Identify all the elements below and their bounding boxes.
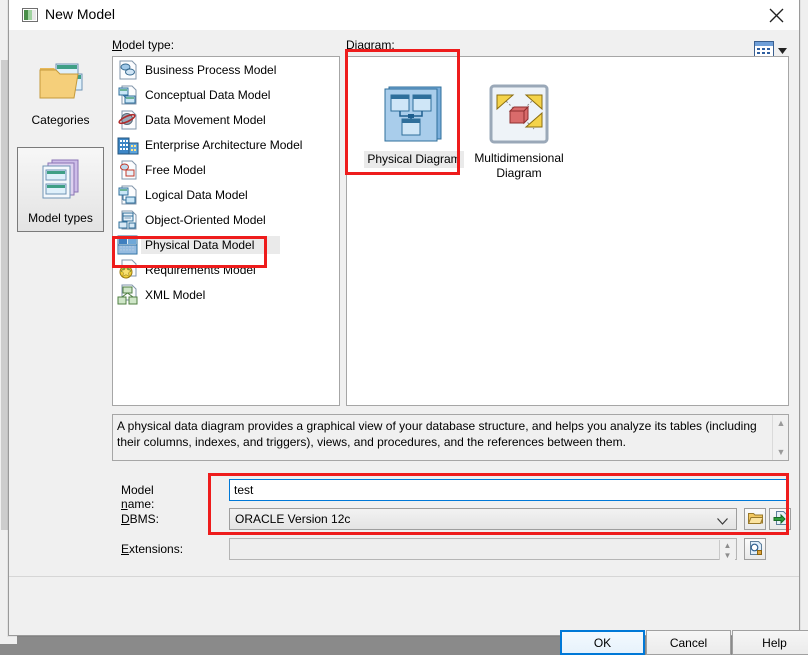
sidebar-item-label: Model types bbox=[28, 211, 93, 225]
dialog-content: Categories Model types Model type: Busin… bbox=[9, 30, 808, 655]
dbms-link-file-button[interactable] bbox=[769, 508, 791, 530]
dbms-selected-value: ORACLE Version 12c bbox=[235, 512, 351, 526]
list-item[interactable]: XML Model bbox=[113, 282, 339, 307]
extensions-spinner[interactable]: ▲ ▼ bbox=[719, 540, 735, 560]
list-item[interactable]: Enterprise Architecture Model bbox=[113, 132, 339, 157]
xml-model-icon bbox=[117, 284, 139, 306]
diagram-item-multidimensional[interactable]: Multidimensional Diagram bbox=[467, 83, 571, 181]
model-type-label: Model type: bbox=[112, 38, 175, 52]
list-item[interactable]: Free Model bbox=[113, 157, 339, 182]
list-item[interactable]: Object-Oriented Model bbox=[113, 207, 339, 232]
model-name-input[interactable] bbox=[229, 479, 789, 501]
folder-open-icon bbox=[747, 511, 764, 527]
list-item-label: Enterprise Architecture Model bbox=[145, 137, 303, 152]
list-item-label: Object-Oriented Model bbox=[145, 212, 266, 227]
help-button[interactable]: Help bbox=[732, 630, 808, 655]
object-oriented-model-icon bbox=[117, 209, 139, 231]
link-to-file-icon bbox=[773, 510, 788, 528]
physical-diagram-icon bbox=[383, 83, 445, 145]
spinner-up-icon[interactable]: ▲ bbox=[724, 541, 732, 550]
diagram-list[interactable]: Physical Diagram Multidimensional Diagra… bbox=[346, 56, 789, 406]
description-scrollbar[interactable]: ▲ ▼ bbox=[772, 415, 788, 460]
spinner-down-icon[interactable]: ▼ bbox=[724, 551, 732, 560]
diagram-label-rest: iagram: bbox=[354, 38, 395, 52]
list-item[interactable]: Data Movement Model bbox=[113, 107, 339, 132]
magnifier-properties-icon bbox=[748, 540, 763, 558]
model-type-list[interactable]: Business Process Model Conceptual Data M… bbox=[112, 56, 340, 406]
list-item-label: Logical Data Model bbox=[145, 187, 248, 202]
list-item-label: Data Movement Model bbox=[145, 112, 266, 127]
model-window-icon bbox=[22, 8, 38, 22]
sidebar-item-label: Categories bbox=[31, 113, 90, 127]
list-item-label: Free Model bbox=[145, 162, 206, 177]
list-item[interactable]: Requirements Model bbox=[113, 257, 339, 282]
extensions-select-button[interactable] bbox=[744, 538, 766, 560]
physical-data-model-icon bbox=[117, 234, 139, 256]
extensions-input[interactable]: ▲ ▼ bbox=[229, 538, 737, 560]
requirements-model-icon bbox=[117, 259, 139, 281]
list-item-label: Physical Data Model bbox=[141, 235, 281, 254]
conceptual-data-model-icon bbox=[117, 84, 139, 106]
close-button[interactable] bbox=[753, 0, 799, 30]
list-item-physical-data-model[interactable]: Physical Data Model bbox=[113, 232, 339, 257]
description-text: A physical data diagram provides a graph… bbox=[117, 419, 757, 449]
cancel-button[interactable]: Cancel bbox=[646, 630, 731, 655]
ok-button[interactable]: OK bbox=[560, 630, 645, 655]
multidimensional-diagram-icon bbox=[488, 83, 550, 145]
diagram-item-label: Multidimensional Diagram bbox=[474, 151, 564, 180]
left-category-rail: Categories Model types bbox=[17, 50, 104, 258]
footer-divider bbox=[9, 576, 799, 577]
dialog-titlebar[interactable]: New Model bbox=[9, 0, 799, 30]
chevron-down-icon[interactable] bbox=[717, 514, 728, 528]
dbms-select[interactable]: ORACLE Version 12c bbox=[229, 508, 737, 530]
free-model-icon bbox=[117, 159, 139, 181]
list-item-label: Business Process Model bbox=[145, 62, 277, 77]
description-panel: A physical data diagram provides a graph… bbox=[112, 414, 789, 461]
new-model-dialog: New Model Categories Model types Model t… bbox=[8, 0, 808, 655]
close-icon bbox=[769, 8, 784, 23]
diagram-label: Diagram: bbox=[346, 38, 395, 52]
chevron-down-icon[interactable] bbox=[778, 47, 787, 56]
logical-data-model-icon bbox=[117, 184, 139, 206]
enterprise-architecture-model-icon bbox=[117, 134, 139, 156]
diagram-item-label: Physical Diagram bbox=[364, 151, 464, 168]
list-item-label: XML Model bbox=[145, 287, 206, 302]
list-item[interactable]: Logical Data Model bbox=[113, 182, 339, 207]
sidebar-item-categories[interactable]: Categories bbox=[17, 50, 104, 135]
scroll-down-arrow-icon[interactable]: ▼ bbox=[773, 444, 789, 460]
list-item-label: Conceptual Data Model bbox=[145, 87, 271, 102]
model-type-label-rest: odel type: bbox=[122, 38, 175, 52]
list-item-label: Requirements Model bbox=[145, 262, 256, 277]
diagram-item-physical[interactable]: Physical Diagram bbox=[362, 83, 466, 168]
sidebar-item-model-types[interactable]: Model types bbox=[17, 147, 104, 232]
folder-categories-icon bbox=[38, 60, 84, 107]
scroll-up-arrow-icon[interactable]: ▲ bbox=[773, 415, 789, 431]
data-movement-model-icon bbox=[117, 109, 139, 131]
dbms-browse-button[interactable] bbox=[744, 508, 766, 530]
business-process-model-icon bbox=[117, 59, 139, 81]
list-item[interactable]: Conceptual Data Model bbox=[113, 82, 339, 107]
dialog-title: New Model bbox=[45, 6, 116, 22]
model-types-icon bbox=[38, 158, 84, 205]
list-item[interactable]: Business Process Model bbox=[113, 57, 339, 82]
